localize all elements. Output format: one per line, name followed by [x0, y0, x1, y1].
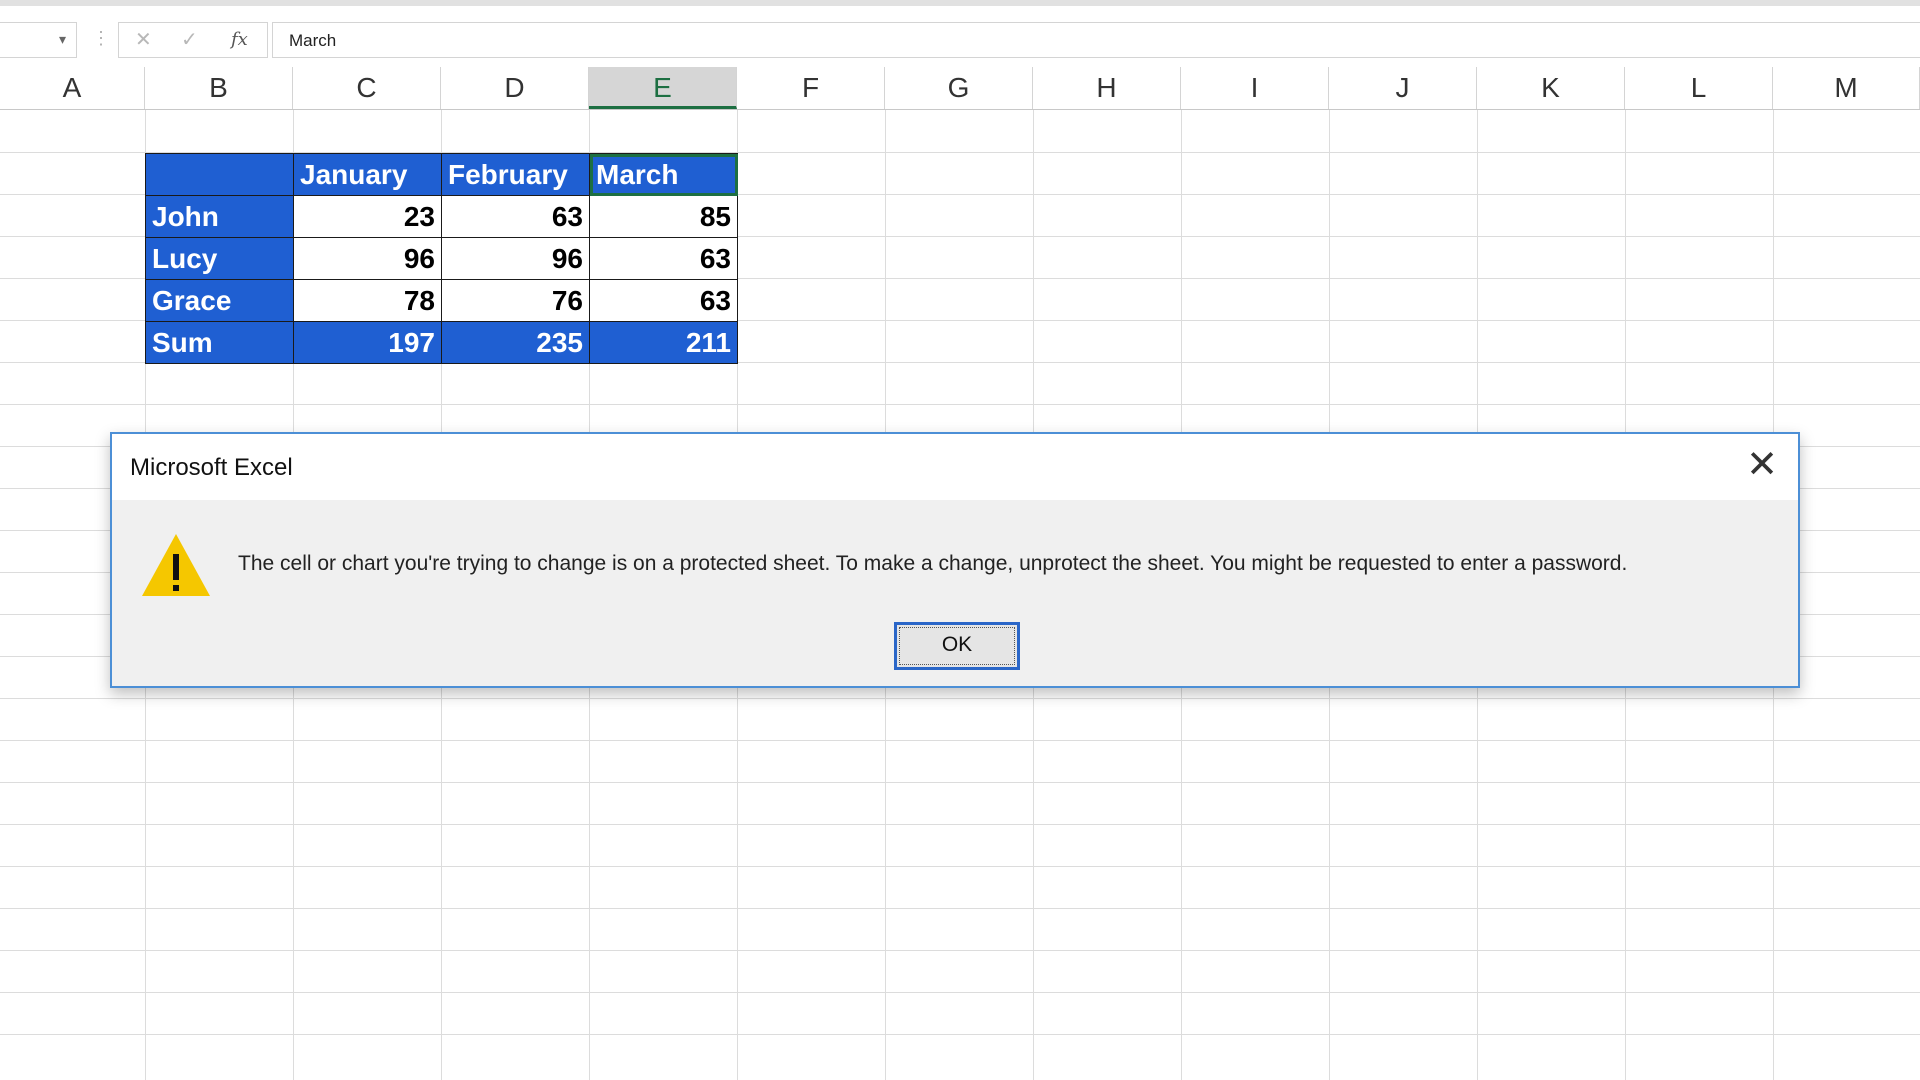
dialog-message: The cell or chart you're trying to chang… [238, 552, 1628, 575]
data-table: January February March John 23 63 85 Luc… [145, 153, 738, 364]
sum-cell[interactable]: 235 [441, 321, 590, 364]
sum-row: Sum 197 235 211 [145, 321, 738, 364]
ok-button[interactable]: OK [894, 622, 1020, 670]
formula-input[interactable]: March [272, 22, 1920, 58]
column-header-e[interactable]: E [589, 67, 737, 109]
warning-icon [142, 534, 210, 596]
formula-buttons: ✕ ✓ fx [118, 22, 268, 58]
table-row: Grace 78 76 63 [145, 279, 738, 322]
table-cell[interactable]: 85 [589, 195, 738, 238]
insert-function-icon[interactable]: fx [231, 29, 248, 50]
table-cell[interactable]: 63 [589, 237, 738, 280]
table-cell[interactable]: 96 [441, 237, 590, 280]
row-label-cell[interactable]: Lucy [145, 237, 294, 280]
name-box[interactable]: ▾ [0, 22, 77, 58]
column-header-d[interactable]: D [441, 67, 589, 109]
row-label-cell[interactable]: John [145, 195, 294, 238]
formula-content: March [289, 31, 337, 50]
column-header-b[interactable]: B [145, 67, 293, 109]
formula-bar: ▾ ⋮ ✕ ✓ fx March [0, 0, 1920, 67]
active-cell[interactable]: March [589, 153, 738, 196]
enter-icon[interactable]: ✓ [181, 27, 198, 52]
chevron-down-icon[interactable]: ▾ [59, 31, 66, 48]
row-label-cell[interactable]: Grace [145, 279, 294, 322]
table-cell[interactable] [145, 153, 294, 196]
column-header-f[interactable]: F [737, 67, 885, 109]
table-cell[interactable]: 76 [441, 279, 590, 322]
row-label-cell[interactable]: Sum [145, 321, 294, 364]
table-cell[interactable]: 23 [293, 195, 442, 238]
column-header-j[interactable]: J [1329, 67, 1477, 109]
table-cell[interactable]: 96 [293, 237, 442, 280]
table-row: Lucy 96 96 63 [145, 237, 738, 280]
table-header-row: January February March [145, 153, 738, 196]
column-header-k[interactable]: K [1477, 67, 1625, 109]
column-header-a[interactable]: A [0, 67, 145, 109]
column-header-g[interactable]: G [885, 67, 1033, 109]
sum-cell[interactable]: 197 [293, 321, 442, 364]
protected-sheet-dialog: Microsoft Excel ✕ The cell or chart you'… [110, 432, 1800, 688]
column-header-c[interactable]: C [293, 67, 441, 109]
table-header-cell[interactable]: January [293, 153, 442, 196]
column-header-m[interactable]: M [1773, 67, 1920, 109]
column-headers: A B C D E F G H I J K L M [0, 67, 1920, 110]
close-icon[interactable]: ✕ [1746, 446, 1778, 484]
sum-cell[interactable]: 211 [589, 321, 738, 364]
table-cell[interactable]: 63 [589, 279, 738, 322]
dialog-title-bar: Microsoft Excel ✕ [112, 434, 1798, 500]
cancel-icon[interactable]: ✕ [135, 27, 152, 52]
column-header-l[interactable]: L [1625, 67, 1773, 109]
column-header-i[interactable]: I [1181, 67, 1329, 109]
dialog-title: Microsoft Excel [130, 454, 293, 481]
formula-bar-separator: ⋮ [92, 28, 110, 48]
table-header-cell[interactable]: February [441, 153, 590, 196]
table-row: John 23 63 85 [145, 195, 738, 238]
table-cell[interactable]: 78 [293, 279, 442, 322]
table-cell[interactable]: 63 [441, 195, 590, 238]
column-header-h[interactable]: H [1033, 67, 1181, 109]
